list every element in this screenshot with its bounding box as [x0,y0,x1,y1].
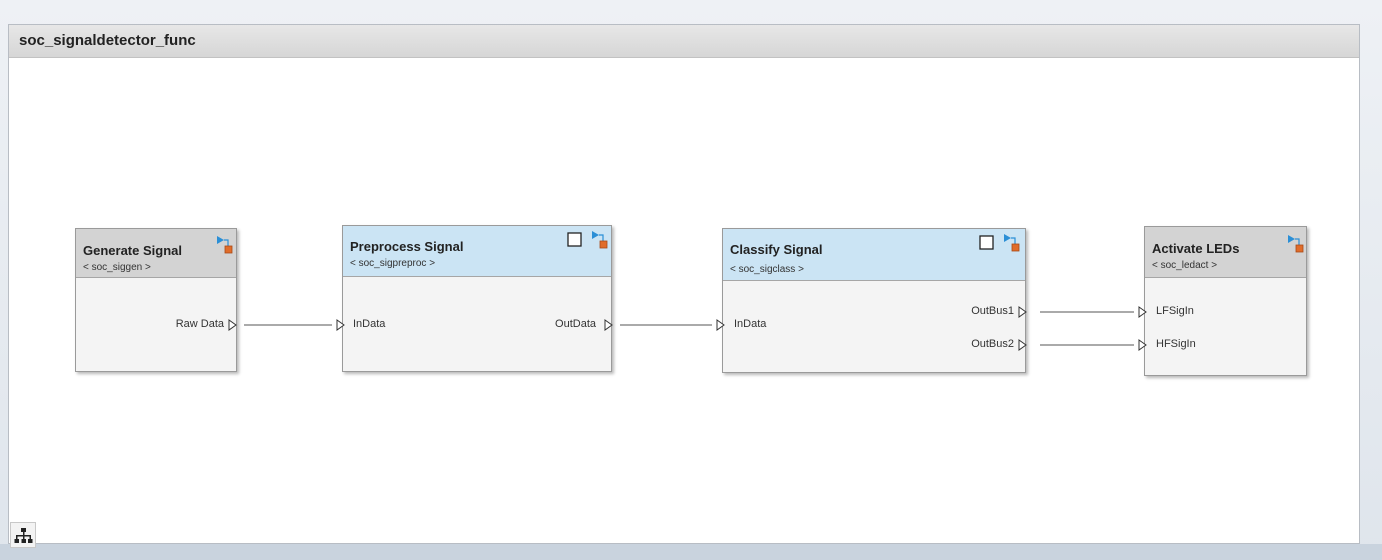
block-header: Generate Signal < soc_siggen > [76,229,236,278]
model-reference-icon [217,236,233,254]
port-label-hfsigin: HFSigIn [1156,338,1196,350]
block-generate-signal[interactable]: Generate Signal < soc_siggen > [75,228,237,372]
port-arrow-icon[interactable] [1138,306,1148,318]
port-label-indata: InData [353,318,386,330]
hierarchy-icon [14,528,33,543]
block-header: Preprocess Signal < soc_sigpreproc > [343,226,611,277]
block-activate-leds[interactable]: Activate LEDs < soc_ledact > [1144,226,1307,376]
block-reference: < soc_sigpreproc > [350,258,436,269]
subsystem-square-icon [567,232,582,247]
port-arrow-icon[interactable] [1138,339,1148,351]
block-name: Activate LEDs [1152,241,1240,256]
port-label-lfsigin: LFSigIn [1156,305,1194,317]
port-arrow-icon[interactable] [336,319,346,331]
port-label-outbus1: OutBus1 [971,305,1014,317]
block-reference: < soc_ledact > [1152,260,1218,271]
block-classify-signal[interactable]: Classify Signal < soc_sigclass > [722,228,1026,373]
port-arrow-icon[interactable] [716,319,726,331]
port-label-indata: InData [734,318,767,330]
hierarchy-button[interactable] [10,522,36,548]
model-reference-icon [592,231,608,249]
port-label-outbus2: OutBus2 [971,338,1014,350]
port-arrow-icon[interactable] [228,319,238,331]
block-header: Classify Signal < soc_sigclass > [723,229,1025,281]
port-label-outdata: OutData [555,318,596,330]
model-reference-icon [1004,234,1020,252]
block-reference: < soc_sigclass > [730,264,804,275]
block-reference: < soc_siggen > [83,262,151,273]
block-name: Preprocess Signal [350,239,464,254]
block-name: Classify Signal [730,242,823,257]
block-header: Activate LEDs < soc_ledact > [1145,227,1306,278]
port-arrow-icon[interactable] [604,319,614,331]
block-preprocess-signal[interactable]: Preprocess Signal < soc_sigpreproc > [342,225,612,372]
model-reference-icon [1288,235,1304,253]
port-arrow-icon[interactable] [1018,339,1028,351]
subsystem-square-icon [979,235,994,250]
block-name: Generate Signal [83,243,182,258]
port-label-raw-data: Raw Data [175,318,224,330]
port-arrow-icon[interactable] [1018,306,1028,318]
